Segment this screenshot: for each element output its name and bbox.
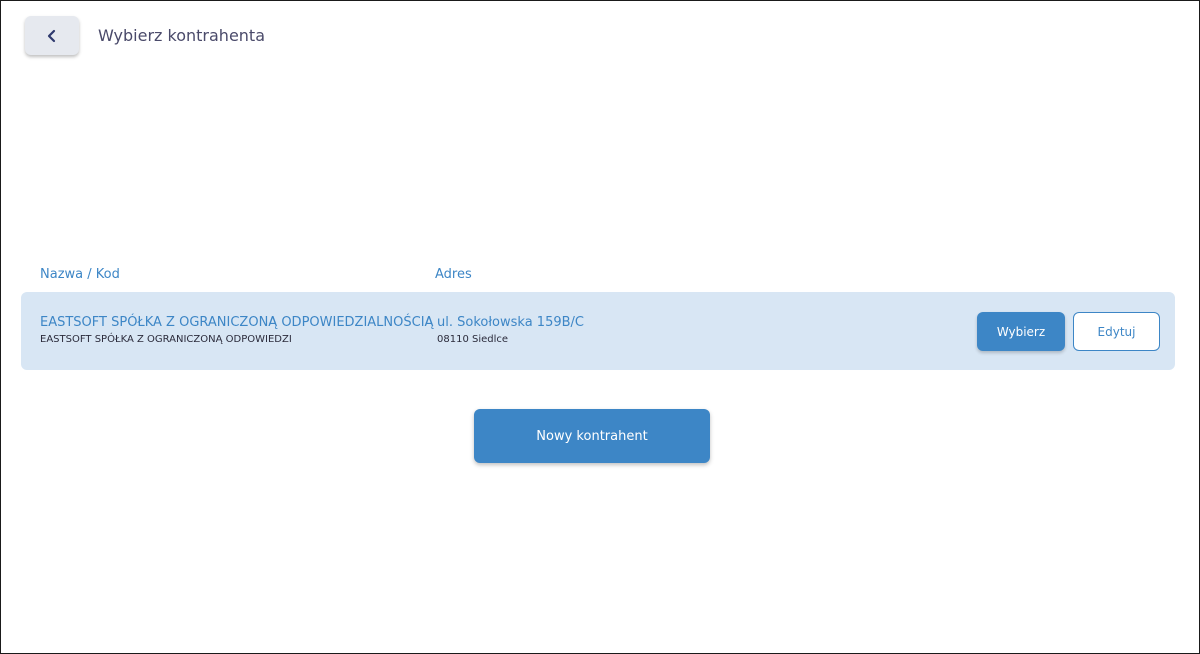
contractor-city: 08110 Siedlce	[437, 334, 509, 345]
new-contractor-button[interactable]: Nowy kontrahent	[474, 409, 710, 463]
column-header-name: Nazwa / Kod	[40, 267, 120, 282]
back-button[interactable]	[25, 16, 79, 55]
page-title: Wybierz kontrahenta	[98, 26, 265, 45]
app-window: Wybierz kontrahenta Nazwa / Kod Adres EA…	[0, 0, 1200, 654]
contractor-street: ul. Sokołowska 159B/C	[437, 315, 584, 330]
edit-button[interactable]: Edytuj	[1073, 312, 1160, 351]
column-header-address: Adres	[435, 267, 472, 282]
contractor-name: EASTSOFT SPÓŁKA Z OGRANICZONĄ ODPOWIEDZI…	[40, 315, 434, 330]
contractor-code: EASTSOFT SPÓŁKA Z OGRANICZONĄ ODPOWIEDZI	[40, 334, 292, 345]
chevron-left-icon	[46, 29, 58, 43]
table-row[interactable]: EASTSOFT SPÓŁKA Z OGRANICZONĄ ODPOWIEDZI…	[21, 292, 1175, 370]
select-button[interactable]: Wybierz	[977, 312, 1065, 351]
